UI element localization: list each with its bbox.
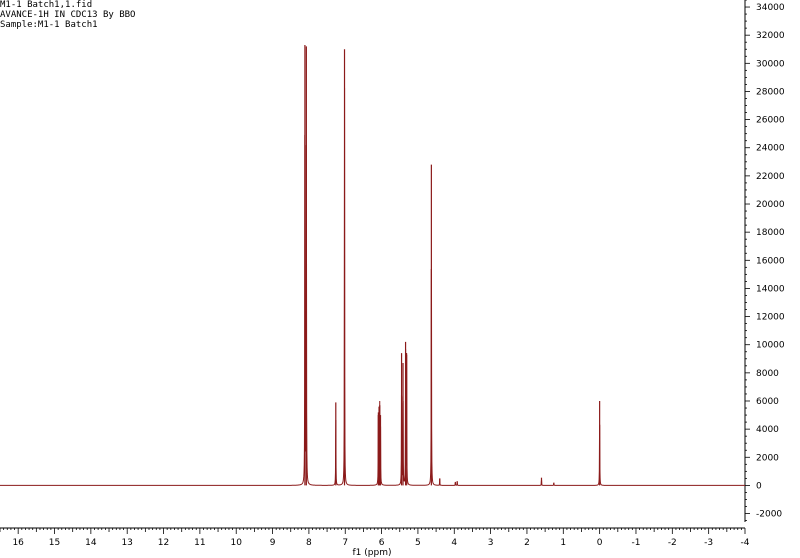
spectrum-trace [0, 45, 745, 486]
spectrum-baseline-line [0, 88, 745, 486]
x-tick-label: 10 [230, 538, 242, 548]
y-tick-label: 4000 [756, 425, 779, 435]
x-tick-label: 2 [524, 538, 530, 548]
header-line-filename: M1-1 Batch1,1.fid [0, 0, 93, 10]
x-tick-label: 6 [379, 538, 385, 548]
y-axis: 3400032000300002800026000240002200020000… [744, 0, 785, 522]
y-tick-label: 10000 [756, 341, 785, 351]
x-tick-label: 0 [597, 538, 603, 548]
y-tick-label: 18000 [756, 228, 785, 238]
y-tick-label: -2000 [756, 510, 782, 520]
y-tick-label: 6000 [756, 397, 779, 407]
x-tick-label: 4 [451, 538, 457, 548]
y-tick-label: 8000 [756, 369, 779, 379]
y-tick-label: 12000 [756, 313, 785, 323]
y-tick-label: 34000 [756, 3, 785, 13]
x-tick-label: 13 [121, 538, 132, 548]
header-line-sample: Sample:M1-1 Batch1 [0, 20, 98, 30]
nmr-spectrum-chart: 16 15 14 13 12 11 10 9 8 7 6 5 4 3 2 1 0 -1 -2 -3 -4 3400032… [0, 0, 785, 558]
x-tick-label: 12 [158, 538, 169, 548]
y-tick-label: 30000 [756, 59, 785, 69]
y-tick-label: 24000 [756, 144, 785, 154]
x-tick-label: 14 [85, 538, 97, 548]
x-tick-label: -2 [668, 538, 677, 548]
x-tick-label: -3 [704, 538, 713, 548]
y-tick-label: 20000 [756, 200, 785, 210]
header-line-instrument: AVANCE-1H IN CDC13 By BBO [0, 10, 136, 20]
y-tick-label: 22000 [756, 172, 785, 182]
x-tick-label: -4 [741, 538, 750, 548]
spectrum-header: M1-1 Batch1,1.fid AVANCE-1H IN CDC13 By B… [0, 0, 135, 30]
x-tick-label: 3 [488, 538, 494, 548]
x-tick-label: 16 [12, 538, 24, 548]
y-tick-label: 2000 [756, 453, 779, 463]
x-tick-label: 5 [415, 538, 421, 548]
y-tick-label: 32000 [756, 31, 785, 41]
x-axis: 16 15 14 13 12 11 10 9 8 7 6 5 4 3 2 1 0 -1 -2 -3 -4 [0, 527, 750, 548]
x-tick-label: 15 [49, 538, 60, 548]
y-tick-label: 28000 [756, 87, 785, 97]
x-tick-label: 9 [270, 538, 276, 548]
y-tick-label: 0 [756, 481, 762, 491]
y-tick-label: 14000 [756, 284, 785, 294]
x-tick-label: 1 [560, 538, 566, 548]
x-tick-label: 8 [306, 538, 312, 548]
x-axis-title: f1 (ppm) [353, 548, 392, 558]
y-tick-label: 16000 [756, 256, 785, 266]
x-tick-label: 7 [342, 538, 348, 548]
x-tick-label: -1 [631, 538, 640, 548]
y-tick-label: 26000 [756, 116, 785, 126]
x-tick-label: 11 [194, 538, 205, 548]
